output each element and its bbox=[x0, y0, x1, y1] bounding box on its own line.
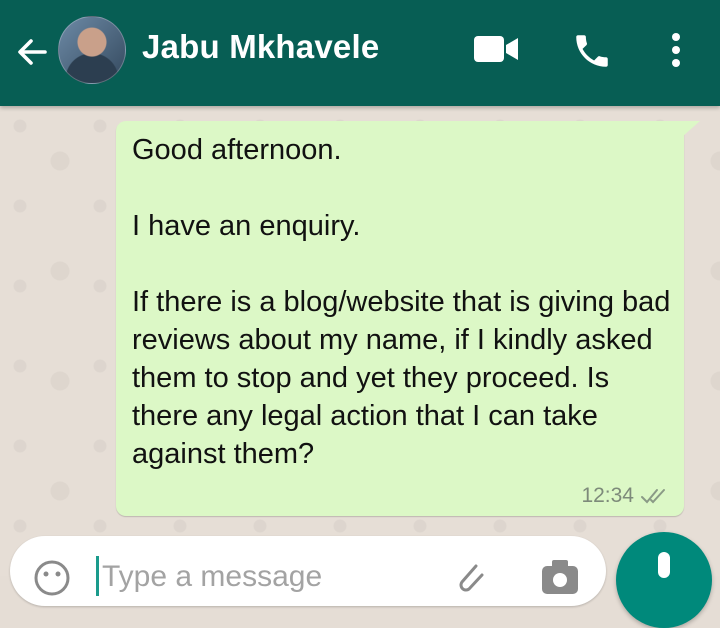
bubble-tail bbox=[682, 121, 700, 137]
message-line: I have an enquiry. bbox=[132, 210, 361, 242]
paperclip-icon[interactable] bbox=[450, 556, 490, 596]
contact-name[interactable]: Jabu Mkhavele bbox=[142, 28, 379, 66]
message-line: If there is a blog/website that is givin… bbox=[132, 286, 671, 470]
message-input[interactable]: Type a message bbox=[102, 560, 322, 594]
double-check-icon bbox=[640, 486, 670, 506]
emoji-icon[interactable] bbox=[32, 558, 72, 598]
voice-record-button[interactable] bbox=[616, 532, 712, 628]
outgoing-message-bubble[interactable]: Good afternoon. I have an enquiry. If th… bbox=[116, 121, 684, 516]
message-time: 12:34 bbox=[581, 484, 634, 507]
microphone-icon bbox=[652, 550, 676, 590]
video-call-icon[interactable] bbox=[472, 34, 520, 64]
phone-icon[interactable] bbox=[570, 30, 614, 72]
message-text: Good afternoon. I have an enquiry. If th… bbox=[132, 131, 672, 473]
more-vertical-icon[interactable] bbox=[666, 30, 686, 70]
camera-icon[interactable] bbox=[538, 556, 582, 596]
chat-header: Jabu Mkhavele bbox=[0, 0, 720, 106]
message-line: Good afternoon. bbox=[132, 134, 342, 166]
message-composer[interactable]: Type a message bbox=[10, 536, 606, 606]
contact-avatar[interactable] bbox=[58, 16, 126, 84]
message-meta: 12:34 bbox=[581, 484, 670, 508]
text-cursor bbox=[96, 556, 99, 596]
back-arrow-icon[interactable] bbox=[14, 34, 50, 70]
